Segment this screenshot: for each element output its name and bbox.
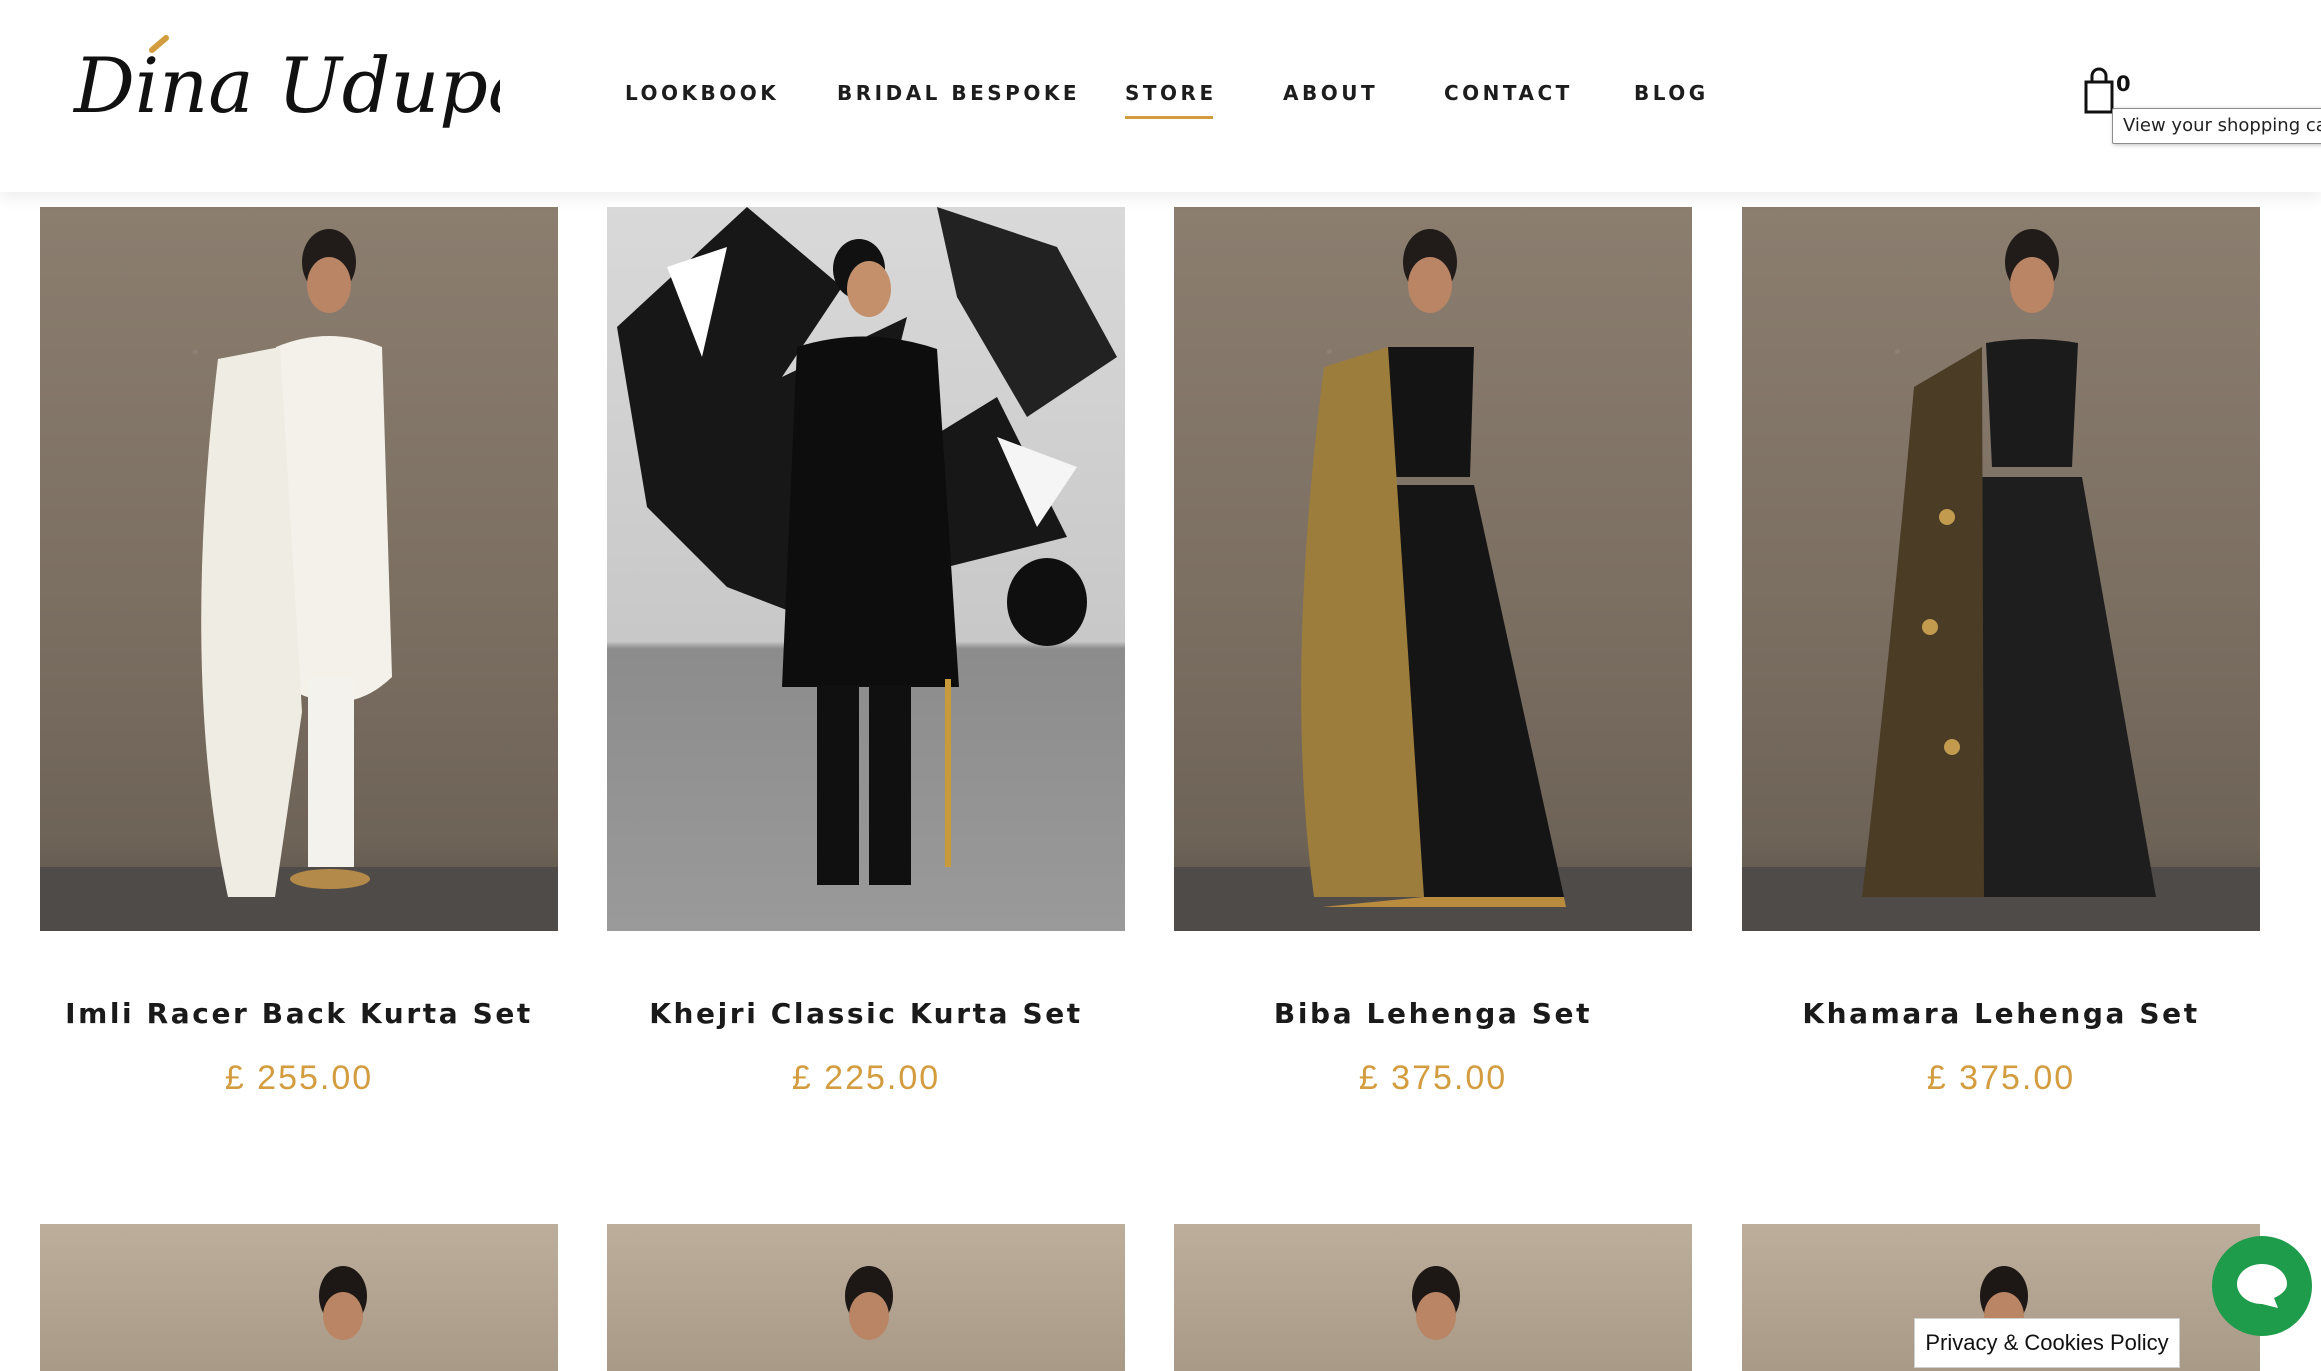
nav-item-about[interactable]: ABOUT [1283, 80, 1378, 120]
nav-item-lookbook[interactable]: LOOKBOOK [625, 80, 779, 120]
product-title[interactable]: Khejri Classic Kurta Set [607, 997, 1125, 1030]
site-header: Dina Udupa LOOKBOOK BRIDAL BESPOKE STORE… [0, 0, 2321, 192]
product-image[interactable] [1174, 1224, 1692, 1371]
cart-tooltip: View your shopping cart [2112, 108, 2321, 144]
svg-text:Dina Udupa: Dina Udupa [72, 41, 500, 130]
product-image[interactable] [40, 1224, 558, 1371]
cart-count[interactable]: 0 [2116, 72, 2131, 96]
product-price: £ 375.00 [1358, 1059, 1508, 1097]
product-image[interactable] [1742, 207, 2260, 931]
product-price: £ 375.00 [1926, 1059, 2076, 1097]
product-image[interactable] [607, 1224, 1125, 1371]
nav-item-bridal-bespoke[interactable]: BRIDAL BESPOKE [837, 80, 1080, 120]
product-card[interactable]: Biba Lehenga Set £ 375.00 [1174, 207, 1692, 1107]
brand-logo[interactable]: Dina Udupa [70, 24, 500, 154]
product-price: £ 255.00 [224, 1059, 374, 1097]
nav-item-store[interactable]: STORE [1125, 80, 1217, 120]
product-image[interactable] [607, 207, 1125, 931]
privacy-policy-link[interactable]: Privacy & Cookies Policy [1914, 1318, 2180, 1368]
nav-item-blog[interactable]: BLOG [1634, 80, 1709, 120]
product-image[interactable] [40, 207, 558, 931]
product-title[interactable]: Khamara Lehenga Set [1742, 997, 2260, 1030]
chat-icon [2237, 1264, 2287, 1308]
product-title[interactable]: Biba Lehenga Set [1174, 997, 1692, 1030]
product-card[interactable]: Imli Racer Back Kurta Set £ 255.00 [40, 207, 558, 1107]
product-image[interactable] [1174, 207, 1692, 931]
product-title[interactable]: Imli Racer Back Kurta Set [40, 997, 558, 1030]
nav-item-contact[interactable]: CONTACT [1444, 80, 1573, 120]
product-card[interactable]: Khejri Classic Kurta Set £ 225.00 [607, 207, 1125, 1107]
chat-button[interactable] [2212, 1236, 2312, 1336]
product-price: £ 225.00 [791, 1059, 941, 1097]
product-card[interactable]: Khamara Lehenga Set £ 375.00 [1742, 207, 2260, 1107]
